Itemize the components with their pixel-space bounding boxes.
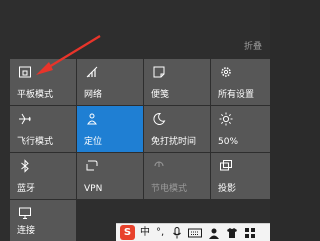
tile-label: 节电模式 [151,184,188,194]
shirt-icon[interactable] [226,227,238,241]
action-center: 折叠 平板模式 网络 便笺 所有设置 飞行模式 定位 免打扰时间 50% 蓝牙 … [0,0,270,241]
tile-airplane-mode[interactable]: 飞行模式 [10,106,76,152]
ime-logo[interactable]: S [120,225,135,240]
keyboard-icon[interactable] [188,227,202,241]
tile-label: 50% [218,137,239,147]
battery-saver-icon [154,161,164,167]
project-icon [220,160,232,171]
ime-toolbar: S 中 °, [116,223,270,241]
collapse-link[interactable]: 折叠 [244,39,262,52]
brightness-icon [219,112,233,126]
tile-label: 免打扰时间 [151,137,197,147]
tile-label: 投影 [218,184,237,194]
tablet-mode-icon [19,66,31,78]
note-icon [153,66,165,78]
connect-icon [19,207,31,219]
tile-label: 定位 [84,137,103,147]
tile-network[interactable]: 网络 [77,59,143,105]
tile-vpn[interactable]: VPN [77,153,143,199]
tile-project[interactable]: 投影 [211,153,270,199]
tile-bluetooth[interactable]: 蓝牙 [10,153,76,199]
network-icon [86,66,98,78]
tile-connect[interactable]: 连接 [10,200,76,241]
tile-location[interactable]: 定位 [77,106,143,152]
tile-quiet-hours[interactable]: 免打扰时间 [144,106,210,152]
tile-note[interactable]: 便笺 [144,59,210,105]
ime-mode-toggle[interactable]: 中 [140,227,150,239]
airplane-icon [19,113,31,125]
location-icon [87,113,97,125]
tile-label: 平板模式 [17,90,54,100]
tile-tablet-mode[interactable]: 平板模式 [10,59,76,105]
tile-label: 蓝牙 [17,184,36,194]
tile-battery-saver[interactable]: 节电模式 [144,153,210,199]
tile-all-settings[interactable]: 所有设置 [211,59,270,105]
ime-punctuation-icon[interactable]: °, [156,227,164,239]
user-icon[interactable] [208,227,220,241]
microphone-icon[interactable] [172,227,182,241]
tile-brightness[interactable]: 50% [211,106,270,152]
bluetooth-icon [21,159,29,173]
vpn-icon [86,160,98,171]
gear-icon [221,67,231,77]
tile-label: VPN [84,184,103,194]
grid-icon[interactable] [244,227,256,241]
moon-icon [153,112,166,125]
tile-label: 网络 [84,90,103,100]
tile-label: 便笺 [151,90,170,100]
tile-label: 连接 [17,226,36,236]
tile-label: 飞行模式 [17,137,54,147]
tile-label: 所有设置 [218,90,255,100]
